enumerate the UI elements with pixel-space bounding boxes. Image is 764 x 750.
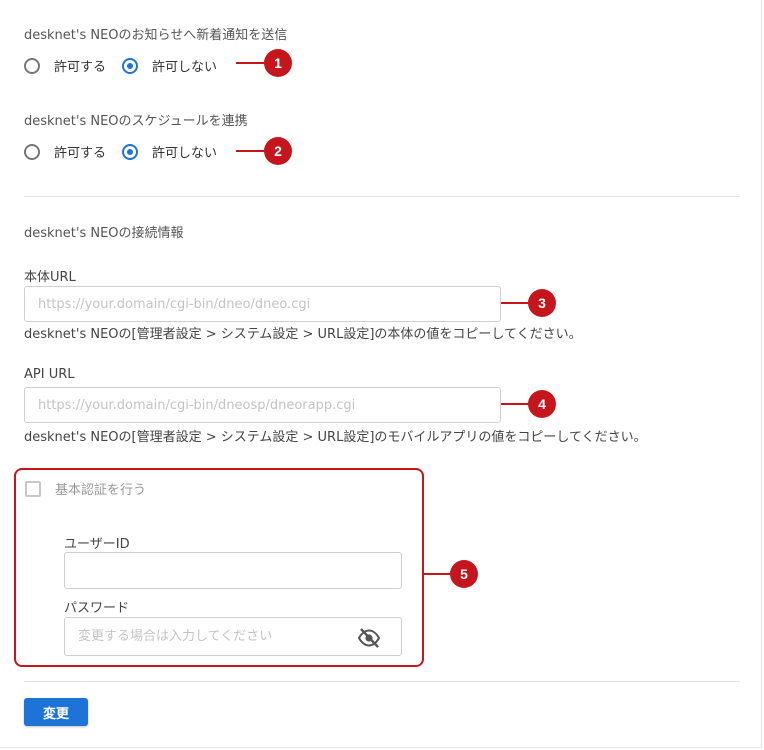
- schedule-label: desknet's NEOのスケジュールを連携: [24, 114, 248, 129]
- radio-circle-selected: [122, 143, 139, 160]
- main-url-help: desknet's NEOの[管理者設定 > システム設定 > URL設定]の本…: [24, 327, 582, 342]
- notification-label: desknet's NEOのお知らせへ新着通知を送信: [24, 28, 288, 43]
- user-id-label: ユーザーID: [64, 537, 130, 552]
- callout-3-line: [501, 302, 531, 304]
- radio-circle: [24, 57, 40, 74]
- footer-divider: [24, 681, 740, 682]
- basic-auth-checkbox[interactable]: [25, 480, 41, 497]
- callout-4: 4: [528, 390, 556, 418]
- schedule-deny-radio[interactable]: 許可しない: [122, 142, 217, 161]
- password-input[interactable]: [78, 629, 328, 644]
- user-id-input[interactable]: [78, 563, 388, 578]
- password-field[interactable]: [64, 617, 402, 656]
- notification-radio-group: 許可する 許可しない: [24, 56, 233, 75]
- main-url-label: 本体URL: [24, 270, 76, 285]
- notification-deny-radio[interactable]: 許可しない: [122, 56, 217, 75]
- callout-1-line: [236, 62, 266, 64]
- basic-auth-label: 基本認証を行う: [55, 483, 147, 498]
- password-label: パスワード: [64, 601, 130, 616]
- schedule-radio-group: 許可する 許可しない: [24, 142, 233, 161]
- connection-heading: desknet's NEOの接続情報: [24, 226, 184, 241]
- eye-off-icon[interactable]: [357, 626, 381, 650]
- user-id-field[interactable]: [64, 552, 402, 589]
- main-url-input[interactable]: [38, 296, 487, 312]
- api-url-help: desknet's NEOの[管理者設定 > システム設定 > URL設定]のモ…: [24, 430, 647, 445]
- api-url-label: API URL: [24, 367, 75, 382]
- main-url-field[interactable]: [24, 286, 501, 322]
- radio-label: 許可しない: [152, 146, 218, 161]
- callout-1: 1: [264, 49, 292, 77]
- callout-3: 3: [528, 289, 556, 317]
- notification-allow-radio[interactable]: 許可する: [24, 56, 106, 75]
- callout-2: 2: [264, 137, 292, 165]
- radio-circle: [24, 143, 40, 160]
- callout-4-line: [501, 403, 531, 405]
- section-divider: [24, 196, 740, 197]
- schedule-allow-radio[interactable]: 許可する: [24, 142, 106, 161]
- radio-label: 許可する: [54, 60, 107, 75]
- submit-button[interactable]: 変更: [24, 698, 88, 726]
- radio-label: 許可しない: [152, 60, 218, 75]
- radio-label: 許可する: [54, 146, 107, 161]
- api-url-input[interactable]: [38, 397, 487, 413]
- callout-5: 5: [450, 560, 478, 588]
- radio-circle-selected: [122, 57, 139, 74]
- callout-2-line: [236, 150, 266, 152]
- api-url-field[interactable]: [24, 387, 501, 423]
- basic-auth-row: 基本認証を行う: [25, 479, 146, 498]
